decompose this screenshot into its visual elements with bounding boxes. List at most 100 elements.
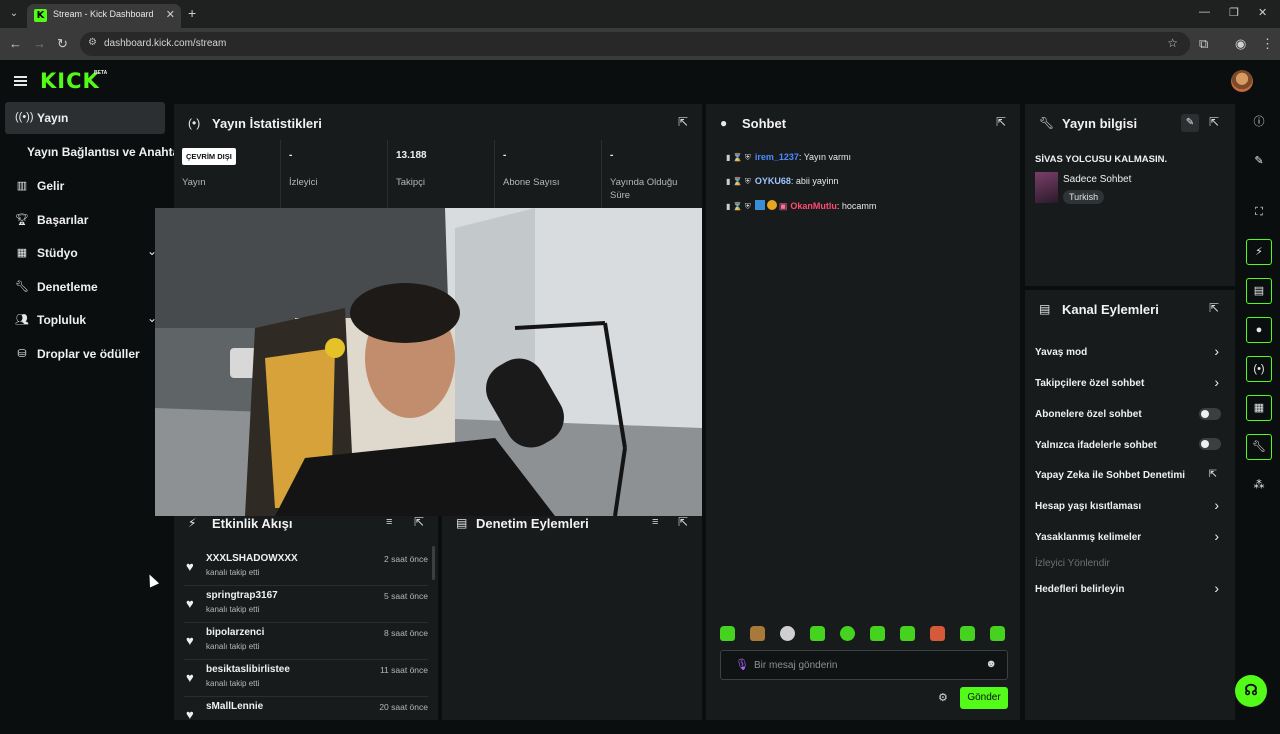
restore-icon[interactable]: ❐	[1229, 6, 1239, 19]
wrench-icon: 🔧︎	[1039, 116, 1055, 130]
forward-icon[interactable]: →	[33, 36, 46, 51]
emote[interactable]	[720, 626, 735, 641]
emote-only-toggle[interactable]	[1199, 438, 1221, 450]
activity-username[interactable]: sMallLennie	[206, 701, 263, 712]
sidebar-item-droplar[interactable]: ⛁ Droplar ve ödüller	[5, 338, 165, 370]
layout-icon[interactable]: ⁂	[1246, 473, 1272, 499]
action-goals[interactable]: Hedefleri belirleyin	[1035, 584, 1124, 595]
sidebar-item-stream-key[interactable]: Yayın Bağlantısı ve Anahtarı	[5, 136, 187, 168]
chat-username[interactable]: OYKU68	[755, 176, 791, 186]
menu-dots-icon[interactable]: ⋮	[1261, 36, 1274, 52]
emote[interactable]	[810, 626, 825, 641]
stat-followers: 13.188 Takipçi	[388, 140, 495, 208]
emote[interactable]	[750, 626, 765, 641]
plus-icon[interactable]: +	[188, 5, 196, 21]
chevron-right-icon[interactable]: ›	[1214, 497, 1219, 513]
mod-tools-icon[interactable]: ▮ ⌛ ⛨	[726, 153, 751, 162]
category-name[interactable]: Sadece Sohbet	[1063, 174, 1131, 185]
support-chat-icon[interactable]: ☊	[1235, 675, 1267, 707]
wrench-icon[interactable]: 🔧︎	[1246, 434, 1272, 460]
revenue-icon: ▥	[16, 180, 28, 192]
chevron-right-icon[interactable]: ›	[1214, 580, 1219, 596]
filter-icon[interactable]: ≡	[652, 516, 658, 528]
info-icon[interactable]: ⓘ	[1246, 110, 1272, 136]
popout-icon[interactable]: ⇱	[414, 515, 424, 529]
popout-icon[interactable]: ⇱	[1209, 115, 1219, 129]
broadcast-icon[interactable]: (•)	[1246, 356, 1272, 382]
emote[interactable]	[870, 626, 885, 641]
chat-username[interactable]: OkanMutlu	[790, 201, 837, 211]
sidebar-item-topluluk[interactable]: 👥︎ Topluluk ⌄	[5, 304, 165, 336]
fullscreen-icon[interactable]: ⛶	[1246, 200, 1272, 226]
sidebar-item-yayin[interactable]: ((•)) Yayın	[5, 102, 165, 134]
studio-icon[interactable]: ▦	[1246, 395, 1272, 421]
pencil-icon[interactable]: ✎	[1246, 149, 1272, 175]
close-window-icon[interactable]: ✕	[1258, 6, 1267, 19]
site-info-icon[interactable]: ⚙	[88, 37, 97, 48]
chat-username[interactable]: irem_1237	[755, 152, 799, 162]
subscribers-only-toggle[interactable]	[1199, 408, 1221, 420]
filter-icon[interactable]: ≡	[386, 516, 392, 528]
lightning-icon[interactable]: ⚡︎	[1246, 239, 1272, 265]
popout-icon[interactable]: ⇱	[1209, 301, 1219, 315]
emoji-icon[interactable]: ☻	[985, 658, 997, 670]
minimize-icon[interactable]: —	[1199, 6, 1210, 18]
popout-icon[interactable]: ⇱	[678, 115, 688, 129]
category-thumbnail[interactable]	[1035, 172, 1058, 203]
activity-username[interactable]: XXXLSHADOWXXX	[206, 553, 298, 564]
chevron-right-icon[interactable]: ›	[1214, 343, 1219, 359]
chat-placeholder: Bir mesaj gönderin	[754, 660, 838, 671]
action-ai-moderation[interactable]: Yapay Zeka ile Sohbet Denetimi	[1035, 470, 1185, 481]
avatar[interactable]	[1231, 70, 1253, 92]
extensions-icon[interactable]: ⧉	[1199, 36, 1208, 52]
microphone-icon[interactable]: 🎙︎	[735, 658, 749, 671]
activity-username[interactable]: besiktaslibirlistee	[206, 664, 290, 675]
app-header: KICK BETA	[0, 60, 1280, 102]
hamburger-menu-icon[interactable]	[14, 76, 27, 86]
gear-icon[interactable]: ⚙	[938, 691, 948, 704]
popout-icon[interactable]: ⇱	[678, 515, 688, 529]
chat-input[interactable]: 🎙︎ Bir mesaj gönderin ☻	[720, 650, 1008, 680]
tab-dropdown-icon[interactable]: ⌄	[6, 5, 22, 23]
chevron-right-icon[interactable]: ›	[1214, 528, 1219, 544]
kick-logo[interactable]: KICK	[40, 69, 100, 93]
action-account-age[interactable]: Hesap yaşı kısıtlaması	[1035, 501, 1141, 512]
profile-icon[interactable]: ◉	[1235, 36, 1246, 52]
sidebar-item-basarilar[interactable]: 🏆︎ Başarılar	[5, 204, 165, 236]
emote[interactable]	[930, 626, 945, 641]
panel-title: Yayın İstatistikleri	[212, 116, 322, 131]
close-icon[interactable]: ✕	[166, 8, 175, 21]
reload-icon[interactable]: ↻	[57, 36, 68, 52]
emote[interactable]	[840, 626, 855, 641]
clipboard-icon[interactable]: ▤	[1246, 278, 1272, 304]
scrollbar[interactable]	[432, 546, 435, 580]
mod-tools-icon[interactable]: ▮ ⌛ ⛨	[726, 177, 751, 186]
action-followers-only[interactable]: Takipçilere özel sohbet	[1035, 378, 1144, 389]
activity-description: kanalı takip etti	[206, 568, 260, 577]
emote[interactable]	[960, 626, 975, 641]
browser-tab[interactable]: K Stream - Kick Dashboard ✕	[27, 4, 181, 28]
emote[interactable]	[990, 626, 1005, 641]
browser-tab-bar: ⌄ K Stream - Kick Dashboard ✕ + — ❐ ✕	[0, 0, 1280, 28]
action-slow-mode[interactable]: Yavaş mod	[1035, 347, 1087, 358]
activity-username[interactable]: springtrap3167	[206, 590, 278, 601]
external-link-icon[interactable]: ⇱	[1209, 469, 1217, 480]
sidebar-item-studyo[interactable]: ▦ Stüdyo ⌄	[5, 237, 165, 269]
emote[interactable]	[780, 626, 795, 641]
sidebar-item-gelir[interactable]: ▥ Gelir	[5, 170, 165, 202]
popout-icon[interactable]: ⇱	[996, 115, 1006, 129]
chat-bubble-icon[interactable]: ●	[1246, 317, 1272, 343]
emote[interactable]	[900, 626, 915, 641]
star-icon[interactable]: ☆	[1167, 36, 1178, 50]
address-bar[interactable]: ⚙ dashboard.kick.com/stream ☆	[80, 32, 1190, 56]
sidebar-item-denetleme[interactable]: 🔧︎ Denetleme	[5, 271, 165, 303]
action-banned-words[interactable]: Yasaklanmış kelimeler	[1035, 532, 1141, 543]
edit-icon[interactable]: ✎	[1181, 114, 1199, 132]
activity-username[interactable]: bipolarzenci	[206, 627, 264, 638]
chevron-right-icon[interactable]: ›	[1214, 374, 1219, 390]
send-button[interactable]: Gönder	[960, 687, 1008, 709]
mod-tools-icon[interactable]: ▮ ⌛ ⛨	[726, 202, 751, 211]
lightning-icon: ⚡︎	[188, 516, 197, 530]
stat-label: İzleyici	[289, 177, 318, 188]
back-icon[interactable]: ←	[9, 36, 22, 51]
